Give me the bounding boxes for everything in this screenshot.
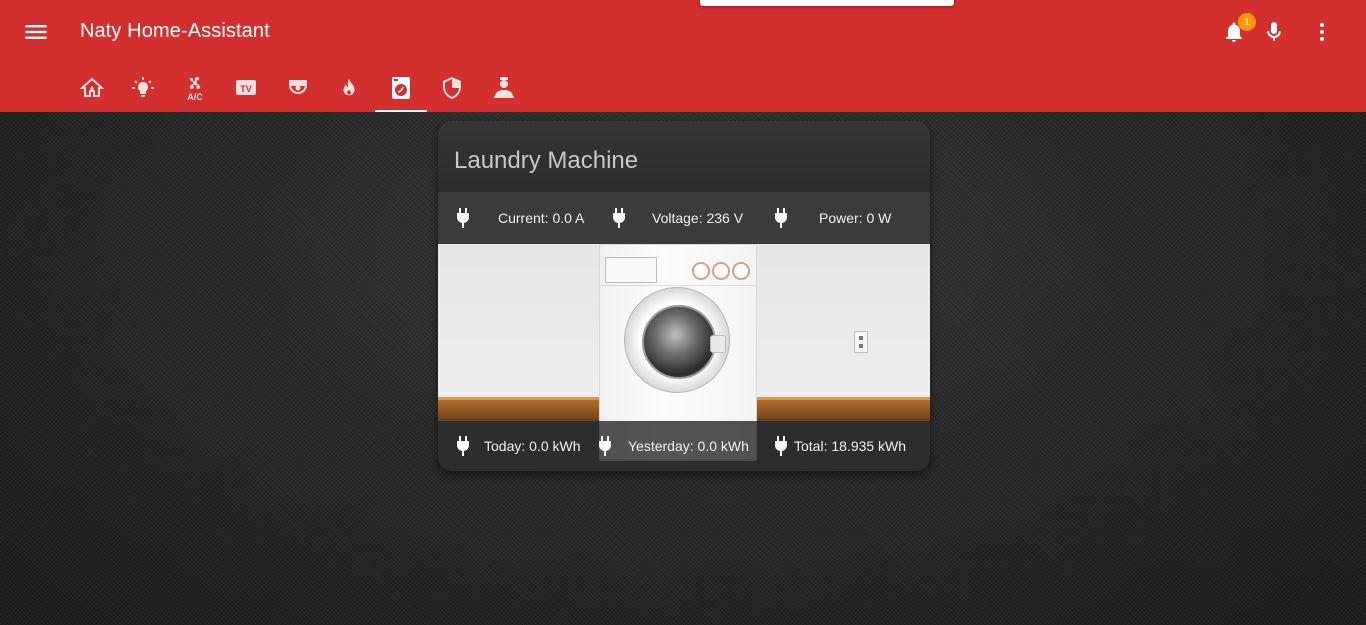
voice-button[interactable] (1260, 18, 1288, 46)
security-shield-icon (443, 77, 462, 99)
tab-lights[interactable] (118, 64, 170, 112)
tab-climate[interactable]: A/C (169, 64, 221, 112)
yesterday-energy-sensor[interactable] (598, 421, 612, 471)
tab-laundry[interactable] (375, 64, 427, 112)
sensor-row-bottom: Today: 0.0 kWh Yesterday: 0.0 kWh Total:… (438, 421, 930, 471)
app-title: Naty Home-Assistant (80, 20, 270, 42)
current-sensor[interactable] (456, 192, 470, 244)
lightbulb-icon (132, 77, 155, 97)
tab-tv[interactable]: TV (221, 64, 273, 112)
washer-knob (692, 262, 710, 280)
menu-button[interactable] (22, 18, 50, 46)
laundry-card: Laundry Machine Current: 0.0 A Voltage: … (438, 121, 930, 471)
menu-icon (25, 25, 47, 39)
tab-home[interactable] (66, 64, 118, 112)
svg-text:A/C: A/C (187, 92, 203, 101)
power-label: Power: 0 W (819, 210, 892, 226)
laundry-image (438, 244, 930, 461)
tab-cameras[interactable] (272, 64, 324, 112)
camera-dome-icon (288, 80, 307, 94)
yesterday-energy-label: Yesterday: 0.0 kWh (628, 438, 749, 454)
power-plug-icon (599, 436, 611, 456)
washer-panel (600, 245, 756, 286)
washer-knob (712, 262, 730, 280)
tab-people[interactable] (478, 64, 530, 112)
more-vert-icon (1320, 23, 1324, 41)
home-icon (79, 77, 104, 97)
power-plug-icon (457, 208, 469, 228)
view-tabs: A/C TV (66, 64, 530, 112)
account-icon (493, 77, 514, 98)
notification-badge: 1 (1238, 13, 1256, 31)
power-sensor[interactable] (774, 192, 788, 244)
total-energy-sensor[interactable] (774, 421, 788, 471)
current-label: Current: 0.0 A (498, 210, 585, 226)
power-plug-icon (775, 436, 787, 456)
card-header: Laundry Machine (438, 121, 930, 191)
voltage-sensor[interactable] (612, 192, 626, 244)
app-header: Naty Home-Assistant 1 A/C TV (0, 0, 1366, 112)
power-plug-icon (613, 208, 625, 228)
fire-icon (343, 78, 355, 96)
top-popup (700, 0, 954, 6)
svg-text:TV: TV (240, 84, 252, 94)
washer-knob (732, 262, 750, 280)
air-conditioner-icon: A/C (187, 77, 203, 101)
power-plug-icon (775, 208, 787, 228)
washing-machine-icon (391, 77, 410, 99)
sensor-row-top: Current: 0.0 A Voltage: 236 V Power: 0 W (438, 192, 930, 244)
voltage-label: Voltage: 236 V (652, 210, 744, 226)
tab-heating[interactable] (324, 64, 376, 112)
card-title: Laundry Machine (454, 147, 639, 174)
tab-security[interactable] (427, 64, 479, 112)
washer-drawer (605, 257, 657, 283)
power-plug-icon (457, 436, 469, 456)
washer-handle (710, 335, 726, 353)
today-energy-label: Today: 0.0 kWh (484, 438, 581, 454)
total-energy-label: Total: 18.935 kWh (794, 438, 907, 454)
wall-outlet (854, 331, 868, 353)
washer-drum (642, 305, 716, 379)
today-energy-sensor[interactable] (456, 421, 470, 471)
overflow-menu-button[interactable] (1308, 18, 1336, 46)
tv-icon: TV (236, 80, 257, 95)
microphone-icon (1267, 22, 1281, 41)
